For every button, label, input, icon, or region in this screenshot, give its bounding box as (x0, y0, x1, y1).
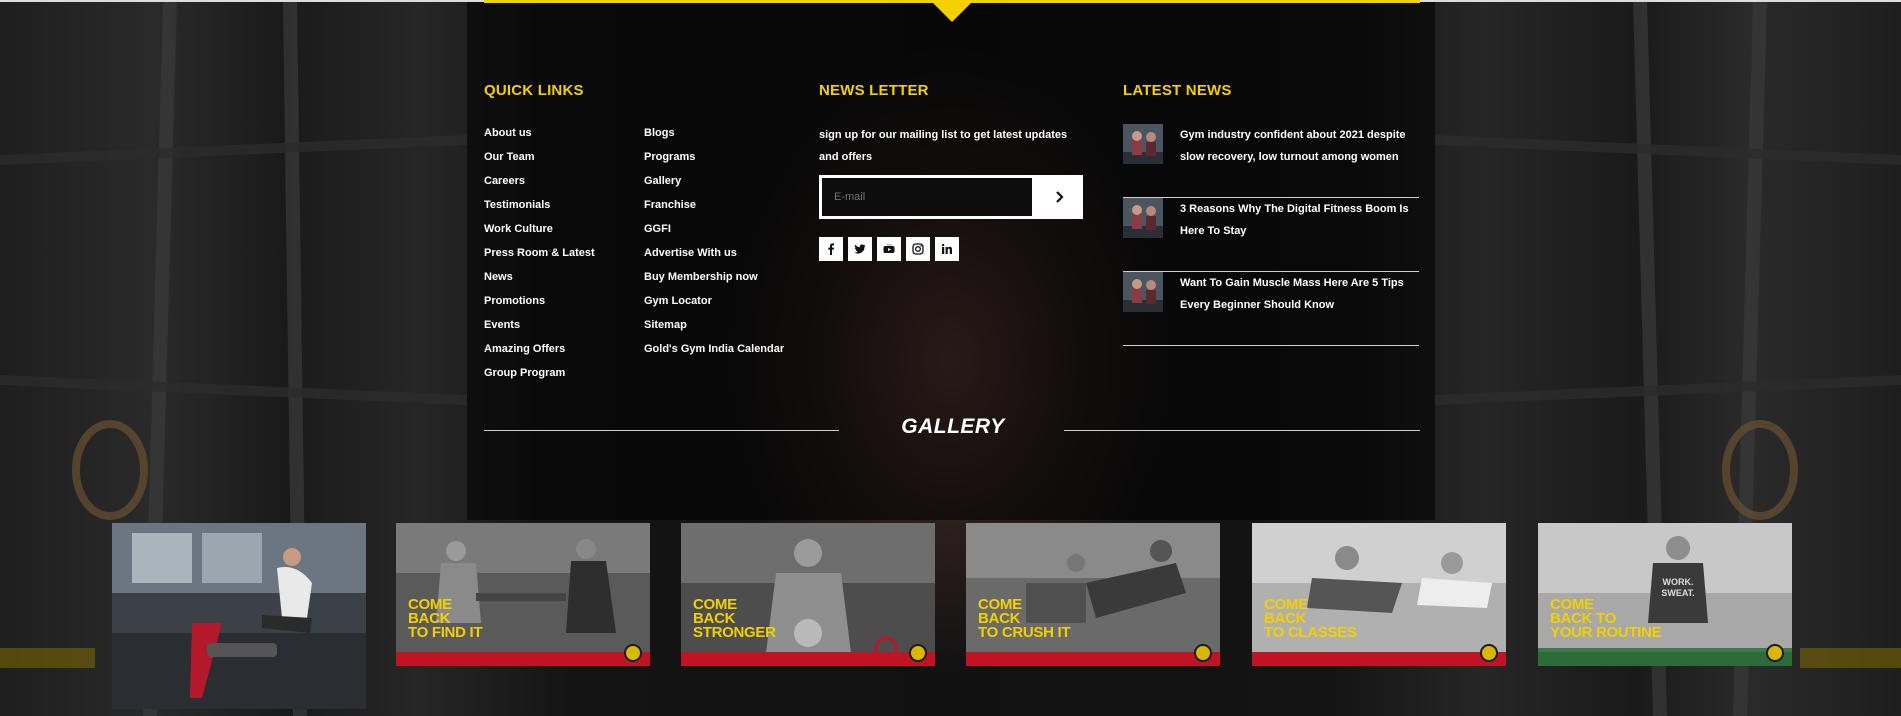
social-links: You (819, 237, 959, 261)
link-blogs[interactable]: Blogs (644, 126, 784, 150)
link-our-team[interactable]: Our Team (484, 150, 595, 174)
svg-text:You: You (886, 243, 891, 247)
brand-bar (1538, 652, 1792, 666)
news-item[interactable]: 3 Reasons Why The Digital Fitness Boom I… (1123, 198, 1419, 272)
link-sitemap[interactable]: Sitemap (644, 318, 784, 342)
link-calendar[interactable]: Gold's Gym India Calendar (644, 342, 784, 366)
link-franchise[interactable]: Franchise (644, 198, 784, 222)
gallery-caption: COME BACK STRONGER (693, 596, 776, 641)
news-thumbnail (1123, 272, 1163, 312)
gallery-heading: GALLERY (901, 415, 1005, 438)
linkedin-icon[interactable] (935, 237, 959, 261)
gallery-image (112, 523, 366, 709)
link-news[interactable]: News (484, 270, 595, 294)
svg-text:SWEAT.: SWEAT. (1661, 588, 1694, 598)
facebook-icon[interactable] (819, 237, 843, 261)
link-careers[interactable]: Careers (484, 174, 595, 198)
news-thumbnail (1123, 124, 1163, 164)
gallery-caption: COME BACK TO YOUR ROUTINE (1550, 596, 1662, 641)
gallery-caption: COME BACK TO FIND IT (408, 596, 483, 641)
gallery-tile[interactable]: COME BACK TO FIND IT (396, 523, 650, 666)
link-group-program[interactable]: Group Program (484, 366, 595, 390)
gallery-image (966, 523, 1220, 666)
brand-red-bar (1252, 652, 1506, 666)
gallery-tile[interactable]: WORK. SWEAT. COME BACK TO YOUR ROUTINE (1538, 523, 1792, 666)
news-item[interactable]: Gym industry confident about 2021 despit… (1123, 124, 1419, 198)
link-gallery[interactable]: Gallery (644, 174, 784, 198)
quick-links-heading: QUICK LINKS (484, 82, 584, 99)
quick-links-col2: Blogs Programs Gallery Franchise GGFI Ad… (644, 126, 784, 366)
link-press-room[interactable]: Press Room & Latest (484, 246, 595, 270)
gallery-caption: COME BACK TO CLASSES (1264, 596, 1357, 641)
gallery-image (1252, 523, 1506, 666)
link-events[interactable]: Events (484, 318, 595, 342)
quick-links-col1: About us Our Team Careers Testimonials W… (484, 126, 595, 390)
gallery-caption: COME BACK TO CRUSH IT (978, 596, 1071, 641)
news-title[interactable]: 3 Reasons Why The Digital Fitness Boom I… (1180, 198, 1416, 242)
link-buy-membership[interactable]: Buy Membership now (644, 270, 784, 294)
latest-news-heading: LATEST NEWS (1123, 82, 1232, 99)
gallery-strip: COME BACK TO FIND IT COME BACK STRONGER … (0, 523, 1901, 716)
news-title[interactable]: Gym industry confident about 2021 despit… (1180, 124, 1416, 168)
gallery-tile[interactable] (112, 523, 366, 709)
brand-red-bar (396, 652, 650, 666)
news-item[interactable]: Want To Gain Muscle Mass Here Are 5 Tips… (1123, 272, 1419, 346)
golds-gym-logo-icon (1766, 644, 1784, 662)
news-thumbnail (1123, 198, 1163, 238)
gallery-image: WORK. SWEAT. (1538, 523, 1792, 666)
golds-gym-logo-icon (1480, 644, 1498, 662)
link-about-us[interactable]: About us (484, 126, 595, 150)
gallery-tile[interactable]: COME BACK TO CRUSH IT (966, 523, 1220, 666)
golds-gym-logo-icon (624, 644, 642, 662)
latest-news-section: LATEST NEWS Gym industry confident about… (1123, 82, 1419, 346)
golds-gym-logo-icon (1194, 644, 1212, 662)
news-title[interactable]: Want To Gain Muscle Mass Here Are 5 Tips… (1180, 272, 1416, 316)
link-promotions[interactable]: Promotions (484, 294, 595, 318)
svg-text:WORK.: WORK. (1663, 577, 1694, 587)
gallery-tile[interactable]: COME BACK STRONGER (681, 523, 935, 666)
instagram-icon[interactable] (906, 237, 930, 261)
link-work-culture[interactable]: Work Culture (484, 222, 595, 246)
top-border-right (1420, 0, 1901, 2)
gallery-image (396, 523, 650, 666)
golds-gym-logo-icon (909, 644, 927, 662)
gallery-divider-left (484, 430, 839, 431)
chevron-right-icon (1056, 191, 1064, 203)
newsletter-heading: NEWS LETTER (819, 82, 929, 99)
top-notch-marker (930, 0, 974, 22)
link-amazing-offers[interactable]: Amazing Offers (484, 342, 595, 366)
newsletter-form (819, 175, 1083, 219)
link-ggfi[interactable]: GGFI (644, 222, 784, 246)
twitter-icon[interactable] (848, 237, 872, 261)
link-gym-locator[interactable]: Gym Locator (644, 294, 784, 318)
link-programs[interactable]: Programs (644, 150, 784, 174)
top-border-left (0, 0, 484, 2)
subscribe-button[interactable] (1037, 175, 1083, 219)
gallery-divider-right (1064, 430, 1420, 431)
brand-red-bar (966, 652, 1220, 666)
link-advertise[interactable]: Advertise With us (644, 246, 784, 270)
newsletter-description: sign up for our mailing list to get late… (819, 129, 1068, 163)
gallery-image (681, 523, 935, 666)
news-list: Gym industry confident about 2021 despit… (1123, 124, 1419, 346)
newsletter-section: NEWS LETTER sign up for our mailing list… (819, 82, 1084, 261)
youtube-icon[interactable]: You (877, 237, 901, 261)
link-testimonials[interactable]: Testimonials (484, 198, 595, 222)
gallery-tile[interactable]: COME BACK TO CLASSES (1252, 523, 1506, 666)
email-field[interactable] (821, 177, 1033, 217)
brand-red-bar (681, 652, 935, 666)
quick-links-section: QUICK LINKS About us Our Team Careers Te… (484, 82, 794, 379)
